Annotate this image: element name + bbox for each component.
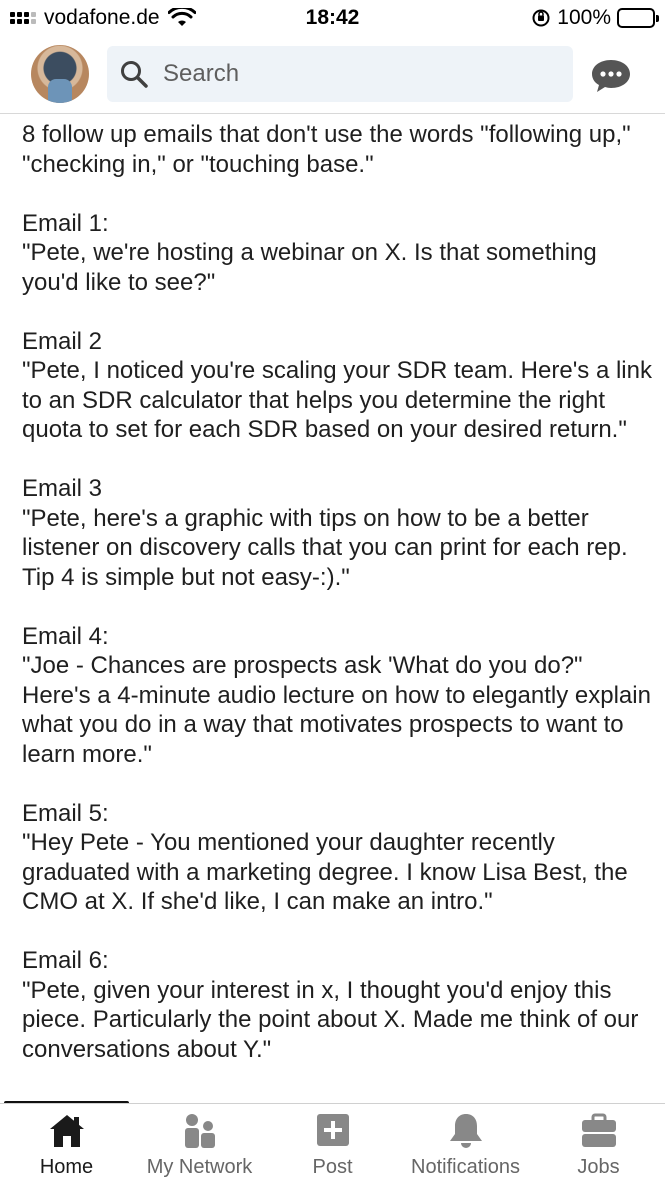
post-text: 8 follow up emails that don't use the wo… [22,120,652,1100]
email-title: Email 3 [22,475,103,502]
orientation-lock-icon [532,9,550,27]
email-title: Email 5: [22,799,109,827]
email-title: Email 4: [22,622,109,650]
email-title: Email 1: [22,209,109,237]
nav-jobs[interactable]: Jobs [532,1104,665,1182]
nav-label-jobs: Jobs [577,1156,620,1178]
post-intro: 8 follow up emails that don't use the wo… [22,121,638,178]
home-icon [49,1115,84,1147]
screen: vodafone.de 18:42 100% Search 8 follow u… [0,0,665,1182]
post-icon [316,1114,349,1146]
email-title: Email 6: [22,947,109,974]
battery-icon [617,8,659,28]
search-placeholder: Search [163,60,240,87]
nav-label-my-network: My Network [146,1156,253,1178]
nav-my-network[interactable]: My Network [133,1104,266,1182]
email-body: "Pete, we're hosting a webinar on X. Is … [22,239,604,296]
search-icon [121,61,148,88]
nav-label-notifications: Notifications [411,1156,520,1178]
nav-label-home: Home [39,1156,94,1178]
email-body: "Pete, given your interest in x, I thoug… [22,976,646,1063]
battery-percent: 100% [557,6,611,29]
email-body: "Hey Pete - You mentioned your daughter … [22,829,635,915]
nav-home[interactable]: Home [0,1104,133,1182]
bell-icon [449,1114,482,1148]
email-title: Email 2 [22,327,103,355]
nav-post[interactable]: Post [266,1104,399,1182]
email-body: "Pete, here's a graphic with tips on how… [22,504,634,591]
email-body: "Joe - Chances are prospects ask 'What d… [22,652,651,768]
briefcase-icon [581,1113,616,1147]
nav-notifications[interactable]: Notifications [399,1104,532,1182]
email-body: "Pete, I noticed you're scaling your SDR… [22,357,652,443]
top-header: Search [0,36,665,114]
bottom-nav: Home My Network Post Notifications Jobs [0,1103,665,1182]
messaging-icon[interactable] [590,58,632,94]
nav-label-post: Post [312,1156,353,1178]
search-bar[interactable]: Search [107,46,573,102]
profile-avatar[interactable] [31,45,89,103]
status-bar: vodafone.de 18:42 100% [0,0,665,36]
status-right: 100% [531,6,659,30]
my-network-icon [184,1114,215,1148]
